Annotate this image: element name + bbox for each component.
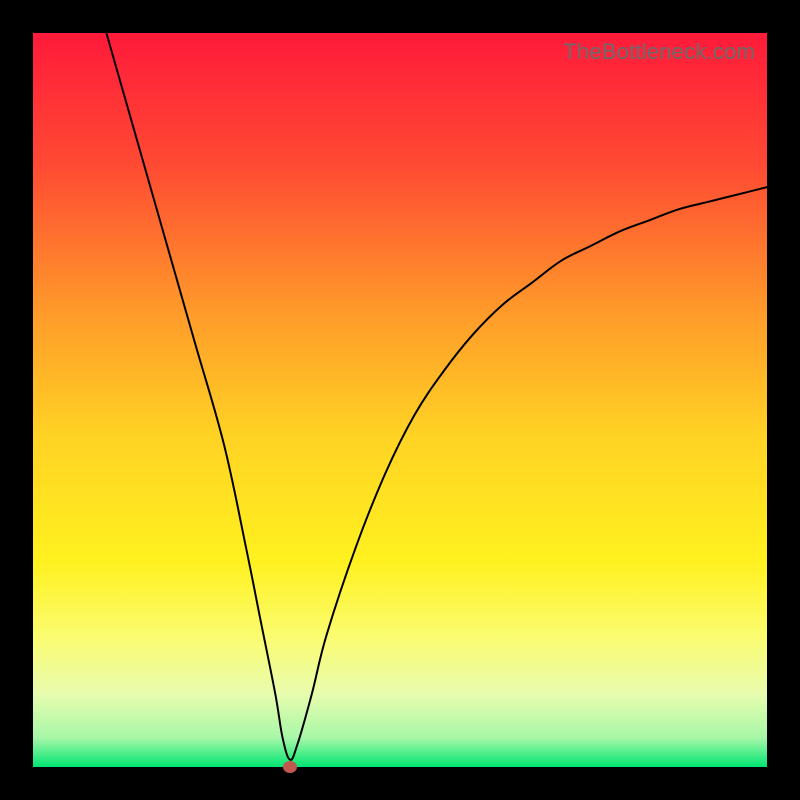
current-config-marker [283, 761, 297, 773]
plot-area: TheBottleneck.com [33, 33, 767, 767]
curve-path [106, 33, 767, 760]
bottleneck-curve [33, 33, 767, 767]
chart-frame: TheBottleneck.com [0, 0, 800, 800]
